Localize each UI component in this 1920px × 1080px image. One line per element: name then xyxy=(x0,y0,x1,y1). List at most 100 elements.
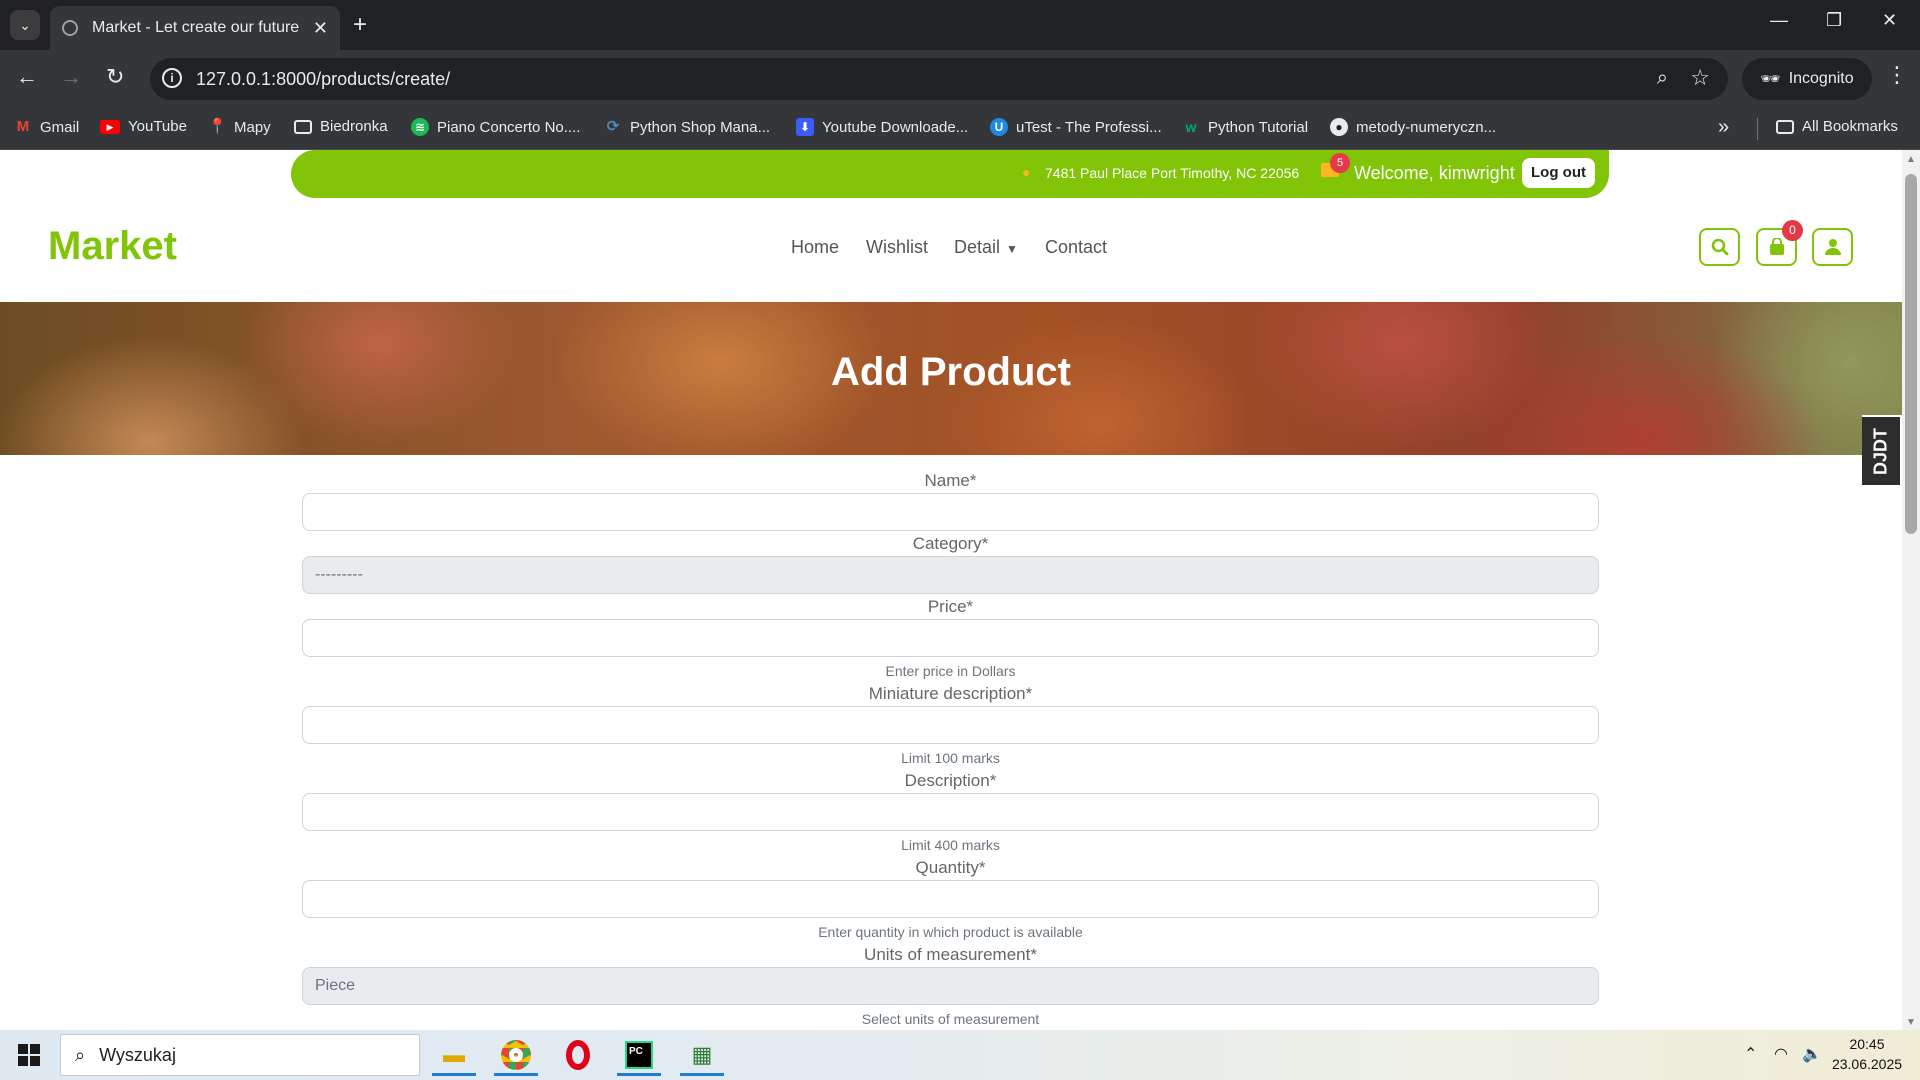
category-label: Category* xyxy=(912,534,989,553)
windows-start-button[interactable] xyxy=(18,1044,40,1066)
reload-button[interactable]: ↻ xyxy=(106,64,124,90)
zoom-icon[interactable]: ⌕ xyxy=(1657,67,1668,90)
gmail-icon: M xyxy=(16,118,30,135)
close-tab-icon[interactable]: ✕ xyxy=(313,18,328,39)
browser-tab[interactable]: Market - Let create our future ✕ xyxy=(50,6,340,50)
download-icon: ⬇ xyxy=(796,118,814,136)
system-clock[interactable]: 20:45 23.06.2025 xyxy=(1822,1034,1912,1074)
back-button[interactable]: ← xyxy=(16,64,38,90)
shopping-bag-icon xyxy=(1769,238,1784,255)
browser-menu-icon[interactable]: ⋮ xyxy=(1886,62,1908,88)
close-window-button[interactable]: ✕ xyxy=(1882,10,1897,31)
opera-app[interactable] xyxy=(554,1034,602,1076)
spotify-icon: ≋ xyxy=(411,118,429,136)
store-address: 7481 Paul Place Port Timothy, NC 22056 xyxy=(1045,165,1300,181)
django-debug-toolbar-handle[interactable]: DJDT xyxy=(1862,415,1902,487)
search-button[interactable] xyxy=(1699,228,1740,266)
pycharm-icon: PC xyxy=(625,1041,653,1069)
minimize-button[interactable]: — xyxy=(1770,10,1788,31)
bookmark-label: uTest - The Professi... xyxy=(1016,118,1162,136)
all-bookmarks[interactable]: All Bookmarks xyxy=(1776,118,1898,135)
bookmark-python-tutorial[interactable]: w Python Tutorial xyxy=(1182,118,1309,136)
bookmark-piano-concerto[interactable]: ≋ Piano Concerto No.... xyxy=(411,118,580,136)
nav-wishlist[interactable]: Wishlist xyxy=(866,237,928,258)
bookmark-metody[interactable]: ● metody-numeryczn... xyxy=(1330,118,1496,136)
page-title: Add Product xyxy=(831,350,1071,394)
bookmark-gmail[interactable]: M Gmail xyxy=(14,118,79,136)
more-bookmarks-icon[interactable]: » xyxy=(1718,116,1729,139)
browser-tab-bar: ⌄ Market - Let create our future ✕ + — ❐… xyxy=(0,0,1920,50)
clock-time: 20:45 xyxy=(1849,1036,1885,1052)
bookmark-mapy[interactable]: 📍 Mapy xyxy=(208,118,271,136)
opera-icon xyxy=(566,1040,590,1070)
utest-icon: U xyxy=(990,118,1008,136)
nav-contact[interactable]: Contact xyxy=(1045,237,1107,258)
welcome-text: Welcome, kimwright xyxy=(1354,163,1515,183)
bookmark-label: metody-numeryczn... xyxy=(1356,118,1497,136)
bookmark-python-shop[interactable]: ⟳ Python Shop Mana... xyxy=(604,118,770,136)
w3schools-icon: w xyxy=(1185,119,1197,135)
bookmark-youtube[interactable]: ▶ YouTube xyxy=(100,118,187,135)
units-select[interactable]: Piece xyxy=(302,967,1599,1005)
quantity-field[interactable] xyxy=(302,880,1599,918)
page-scrollbar[interactable]: ▲ ▼ xyxy=(1902,150,1920,1030)
youtube-icon: ▶ xyxy=(100,119,120,134)
price-field[interactable] xyxy=(302,619,1599,657)
spreadsheet-app[interactable]: ▦ xyxy=(678,1034,726,1076)
show-hidden-icons-chevron-icon[interactable]: ⌃ xyxy=(1744,1044,1757,1064)
taskbar-search-box[interactable]: ⌕ Wyszukaj xyxy=(60,1034,420,1076)
restore-button[interactable]: ❐ xyxy=(1826,10,1842,31)
mini-description-label: Miniature description* xyxy=(868,684,1033,703)
units-label: Units of measurement* xyxy=(864,945,1037,964)
taskbar-search-placeholder: Wyszukaj xyxy=(99,1044,176,1065)
bookmark-label: Biedronka xyxy=(320,118,388,135)
all-bookmarks-label: All Bookmarks xyxy=(1802,118,1898,135)
scroll-up-arrow-icon[interactable]: ▲ xyxy=(1906,154,1916,165)
quantity-help-text: Enter quantity in which product is avail… xyxy=(818,924,1083,940)
url-text[interactable]: 127.0.0.1:8000/products/create/ xyxy=(196,69,450,90)
globe-icon xyxy=(62,20,78,36)
incognito-indicator[interactable]: 🕶 Incognito xyxy=(1742,58,1872,100)
name-label: Name* xyxy=(924,471,977,490)
bookmark-utest[interactable]: U uTest - The Professi... xyxy=(990,118,1162,136)
new-tab-button[interactable]: + xyxy=(353,11,367,39)
description-help-text: Limit 400 marks xyxy=(901,837,1000,853)
nav-home[interactable]: Home xyxy=(791,237,839,258)
mini-description-field[interactable] xyxy=(302,706,1599,744)
wifi-icon[interactable]: ◠ xyxy=(1774,1044,1788,1064)
site-info-icon[interactable]: i xyxy=(162,68,182,88)
bookmark-star-icon[interactable]: ☆ xyxy=(1690,65,1710,91)
nav-detail-label: Detail xyxy=(954,237,1001,257)
bookmark-label: Python Tutorial xyxy=(1208,118,1309,136)
bookmark-youtube-downloader[interactable]: ⬇ Youtube Downloade... xyxy=(796,118,968,136)
category-select[interactable]: --------- xyxy=(302,556,1599,594)
bookmark-label: Mapy xyxy=(234,118,271,136)
forward-button[interactable]: → xyxy=(60,64,82,90)
pycharm-app[interactable]: PC xyxy=(615,1034,663,1076)
price-label: Price* xyxy=(927,597,974,616)
volume-icon[interactable]: 🔈 xyxy=(1802,1044,1822,1064)
scrollbar-thumb[interactable] xyxy=(1905,174,1917,534)
chrome-icon xyxy=(501,1040,531,1070)
description-field[interactable] xyxy=(302,793,1599,831)
bookmark-biedronka[interactable]: Biedronka xyxy=(294,118,388,135)
cart-count-badge: 0 xyxy=(1782,220,1803,241)
file-explorer-app[interactable]: ▬ xyxy=(430,1034,478,1076)
tab-search-button[interactable]: ⌄ xyxy=(10,10,40,40)
spreadsheet-icon: ▦ xyxy=(691,1042,713,1067)
logout-button[interactable]: Log out xyxy=(1522,158,1595,188)
scroll-down-arrow-icon[interactable]: ▼ xyxy=(1906,1017,1916,1028)
address-bar[interactable]: i 127.0.0.1:8000/products/create/ ⌕ ☆ xyxy=(150,58,1728,100)
name-field[interactable] xyxy=(302,493,1599,531)
bookmark-label: Youtube Downloade... xyxy=(822,118,969,136)
chrome-app[interactable] xyxy=(492,1034,540,1076)
mail-count-badge: 5 xyxy=(1330,153,1350,173)
user-icon xyxy=(1824,239,1841,255)
site-logo[interactable]: Market xyxy=(48,224,177,269)
account-button[interactable] xyxy=(1812,228,1853,266)
top-info-bar: ● 7481 Paul Place Port Timothy, NC 22056… xyxy=(291,150,1609,198)
nav-detail[interactable]: Detail ▼ xyxy=(954,237,1018,258)
folder-icon xyxy=(1776,119,1794,134)
bookmark-label: Piano Concerto No.... xyxy=(437,118,581,136)
map-pin-icon: ● xyxy=(1022,164,1031,180)
